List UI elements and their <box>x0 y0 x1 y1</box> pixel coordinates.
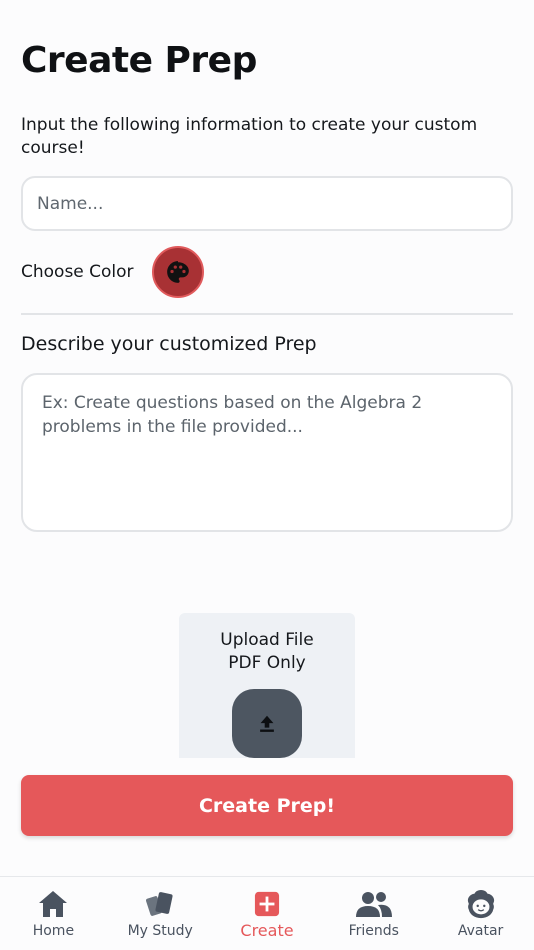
upload-subtitle: PDF Only <box>228 653 306 673</box>
color-label: Choose Color <box>21 262 134 282</box>
plus-square-icon <box>254 891 280 917</box>
describe-textarea[interactable] <box>21 373 513 532</box>
tab-create[interactable]: Create <box>214 877 321 950</box>
upload-title: Upload File <box>220 630 314 650</box>
cards-icon <box>146 892 173 916</box>
tab-friends[interactable]: Friends <box>320 877 427 950</box>
color-picker-row: Choose Color <box>21 246 321 300</box>
color-swatch-button[interactable] <box>152 246 204 298</box>
tab-label: Avatar <box>457 923 504 939</box>
tab-label: Create <box>240 921 294 940</box>
bottom-tab-bar: Home My Study Create Friends Avatar <box>0 876 534 950</box>
upload-file-card[interactable]: Upload File PDF Only <box>179 613 355 758</box>
home-icon <box>39 891 68 917</box>
section-divider <box>21 313 513 315</box>
avatar-face-icon <box>467 889 494 919</box>
tab-label: Friends <box>348 923 399 939</box>
palette-icon <box>167 261 189 283</box>
upload-icon <box>260 715 274 732</box>
tab-label: Home <box>32 923 75 939</box>
create-prep-button[interactable]: Create Prep! <box>21 775 513 836</box>
tab-home[interactable]: Home <box>0 877 107 950</box>
tab-label: My Study <box>127 923 193 939</box>
name-input[interactable] <box>21 176 513 231</box>
upload-button[interactable] <box>232 689 302 758</box>
intro-text: Input the following information to creat… <box>21 115 478 158</box>
tab-my-study[interactable]: My Study <box>107 877 214 950</box>
describe-label: Describe your customized Prep <box>21 333 317 355</box>
people-icon <box>355 892 392 917</box>
page-title: Create Prep <box>21 40 257 81</box>
tab-avatar[interactable]: Avatar <box>427 877 534 950</box>
